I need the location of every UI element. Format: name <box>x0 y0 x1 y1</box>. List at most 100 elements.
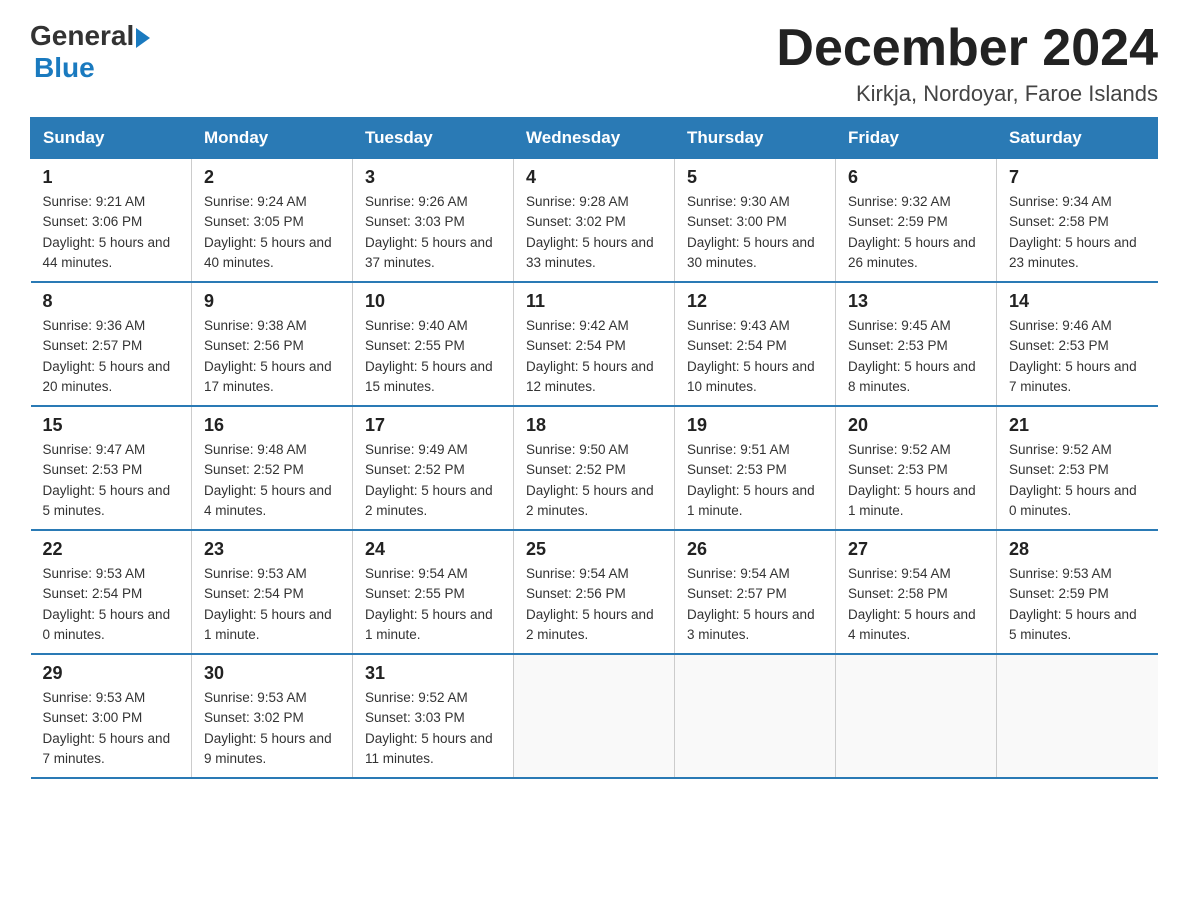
calendar-cell: 13 Sunrise: 9:45 AMSunset: 2:53 PMDayligh… <box>836 282 997 406</box>
calendar-cell: 16 Sunrise: 9:48 AMSunset: 2:52 PMDayligh… <box>192 406 353 530</box>
day-info: Sunrise: 9:28 AMSunset: 3:02 PMDaylight:… <box>526 192 662 273</box>
day-info: Sunrise: 9:45 AMSunset: 2:53 PMDaylight:… <box>848 316 984 397</box>
calendar-cell: 22Sunrise: 9:53 AMSunset: 2:54 PMDayligh… <box>31 530 192 654</box>
day-number: 11 <box>526 291 662 312</box>
day-number: 17 <box>365 415 501 436</box>
calendar-cell: 26Sunrise: 9:54 AMSunset: 2:57 PMDayligh… <box>675 530 836 654</box>
day-info: Sunrise: 9:52 AMSunset: 3:03 PMDaylight:… <box>365 688 501 769</box>
day-number: 2 <box>204 167 340 188</box>
calendar-cell: 25 Sunrise: 9:54 AMSunset: 2:56 PMDayligh… <box>514 530 675 654</box>
header-friday: Friday <box>836 118 997 159</box>
day-info: Sunrise: 9:38 AMSunset: 2:56 PMDaylight:… <box>204 316 340 397</box>
calendar-cell: 21Sunrise: 9:52 AMSunset: 2:53 PMDayligh… <box>997 406 1158 530</box>
page-header: General Blue December 2024 Kirkja, Nordo… <box>30 20 1158 107</box>
header-saturday: Saturday <box>997 118 1158 159</box>
day-info: Sunrise: 9:30 AMSunset: 3:00 PMDaylight:… <box>687 192 823 273</box>
calendar-week-2: 8Sunrise: 9:36 AMSunset: 2:57 PMDaylight… <box>31 282 1158 406</box>
day-number: 6 <box>848 167 984 188</box>
calendar-cell: 9Sunrise: 9:38 AMSunset: 2:56 PMDaylight… <box>192 282 353 406</box>
day-number: 21 <box>1009 415 1146 436</box>
calendar-cell: 28 Sunrise: 9:53 AMSunset: 2:59 PMDayligh… <box>997 530 1158 654</box>
calendar-cell <box>997 654 1158 778</box>
day-info: Sunrise: 9:53 AMSunset: 3:02 PMDaylight:… <box>204 688 340 769</box>
day-number: 16 <box>204 415 340 436</box>
calendar-cell <box>675 654 836 778</box>
day-number: 31 <box>365 663 501 684</box>
logo-general: General <box>30 20 134 52</box>
day-info: Sunrise: 9:53 AMSunset: 2:54 PMDaylight:… <box>43 564 180 645</box>
day-number: 27 <box>848 539 984 560</box>
calendar-cell: 4 Sunrise: 9:28 AMSunset: 3:02 PMDaylight… <box>514 159 675 283</box>
calendar-cell: 8Sunrise: 9:36 AMSunset: 2:57 PMDaylight… <box>31 282 192 406</box>
day-number: 12 <box>687 291 823 312</box>
calendar-cell <box>836 654 997 778</box>
calendar-cell: 29Sunrise: 9:53 AMSunset: 3:00 PMDayligh… <box>31 654 192 778</box>
day-info: Sunrise: 9:34 AMSunset: 2:58 PMDaylight:… <box>1009 192 1146 273</box>
day-info: Sunrise: 9:49 AMSunset: 2:52 PMDaylight:… <box>365 440 501 521</box>
header-sunday: Sunday <box>31 118 192 159</box>
logo: General Blue <box>30 20 150 84</box>
day-number: 15 <box>43 415 180 436</box>
calendar-cell: 27 Sunrise: 9:54 AMSunset: 2:58 PMDayligh… <box>836 530 997 654</box>
calendar-cell: 24 Sunrise: 9:54 AMSunset: 2:55 PMDayligh… <box>353 530 514 654</box>
calendar-cell: 31 Sunrise: 9:52 AMSunset: 3:03 PMDayligh… <box>353 654 514 778</box>
day-info: Sunrise: 9:46 AMSunset: 2:53 PMDaylight:… <box>1009 316 1146 397</box>
header-thursday: Thursday <box>675 118 836 159</box>
calendar-week-1: 1 Sunrise: 9:21 AMSunset: 3:06 PMDaylight… <box>31 159 1158 283</box>
calendar-cell: 11 Sunrise: 9:42 AMSunset: 2:54 PMDayligh… <box>514 282 675 406</box>
day-info: Sunrise: 9:54 AMSunset: 2:58 PMDaylight:… <box>848 564 984 645</box>
calendar-table: SundayMondayTuesdayWednesdayThursdayFrid… <box>30 117 1158 779</box>
calendar-cell: 14 Sunrise: 9:46 AMSunset: 2:53 PMDayligh… <box>997 282 1158 406</box>
title-block: December 2024 Kirkja, Nordoyar, Faroe Is… <box>776 20 1158 107</box>
calendar-cell: 23Sunrise: 9:53 AMSunset: 2:54 PMDayligh… <box>192 530 353 654</box>
day-number: 30 <box>204 663 340 684</box>
day-info: Sunrise: 9:54 AMSunset: 2:56 PMDaylight:… <box>526 564 662 645</box>
day-info: Sunrise: 9:36 AMSunset: 2:57 PMDaylight:… <box>43 316 180 397</box>
calendar-cell <box>514 654 675 778</box>
calendar-week-3: 15 Sunrise: 9:47 AMSunset: 2:53 PMDayligh… <box>31 406 1158 530</box>
day-info: Sunrise: 9:42 AMSunset: 2:54 PMDaylight:… <box>526 316 662 397</box>
day-info: Sunrise: 9:53 AMSunset: 2:54 PMDaylight:… <box>204 564 340 645</box>
day-info: Sunrise: 9:21 AMSunset: 3:06 PMDaylight:… <box>43 192 180 273</box>
day-info: Sunrise: 9:51 AMSunset: 2:53 PMDaylight:… <box>687 440 823 521</box>
calendar-cell: 2Sunrise: 9:24 AMSunset: 3:05 PMDaylight… <box>192 159 353 283</box>
day-info: Sunrise: 9:26 AMSunset: 3:03 PMDaylight:… <box>365 192 501 273</box>
day-number: 4 <box>526 167 662 188</box>
calendar-cell: 19 Sunrise: 9:51 AMSunset: 2:53 PMDayligh… <box>675 406 836 530</box>
calendar-header-row: SundayMondayTuesdayWednesdayThursdayFrid… <box>31 118 1158 159</box>
day-number: 13 <box>848 291 984 312</box>
calendar-cell: 18 Sunrise: 9:50 AMSunset: 2:52 PMDayligh… <box>514 406 675 530</box>
day-number: 19 <box>687 415 823 436</box>
day-info: Sunrise: 9:47 AMSunset: 2:53 PMDaylight:… <box>43 440 180 521</box>
day-info: Sunrise: 9:50 AMSunset: 2:52 PMDaylight:… <box>526 440 662 521</box>
calendar-week-5: 29Sunrise: 9:53 AMSunset: 3:00 PMDayligh… <box>31 654 1158 778</box>
day-number: 20 <box>848 415 984 436</box>
header-tuesday: Tuesday <box>353 118 514 159</box>
calendar-cell: 1 Sunrise: 9:21 AMSunset: 3:06 PMDaylight… <box>31 159 192 283</box>
header-monday: Monday <box>192 118 353 159</box>
day-number: 14 <box>1009 291 1146 312</box>
day-info: Sunrise: 9:32 AMSunset: 2:59 PMDaylight:… <box>848 192 984 273</box>
day-number: 25 <box>526 539 662 560</box>
calendar-cell: 5 Sunrise: 9:30 AMSunset: 3:00 PMDaylight… <box>675 159 836 283</box>
day-number: 28 <box>1009 539 1146 560</box>
day-info: Sunrise: 9:54 AMSunset: 2:55 PMDaylight:… <box>365 564 501 645</box>
calendar-cell: 12 Sunrise: 9:43 AMSunset: 2:54 PMDayligh… <box>675 282 836 406</box>
day-number: 29 <box>43 663 180 684</box>
day-number: 7 <box>1009 167 1146 188</box>
day-info: Sunrise: 9:54 AMSunset: 2:57 PMDaylight:… <box>687 564 823 645</box>
calendar-cell: 20Sunrise: 9:52 AMSunset: 2:53 PMDayligh… <box>836 406 997 530</box>
day-number: 1 <box>43 167 180 188</box>
day-info: Sunrise: 9:53 AMSunset: 2:59 PMDaylight:… <box>1009 564 1146 645</box>
day-info: Sunrise: 9:43 AMSunset: 2:54 PMDaylight:… <box>687 316 823 397</box>
month-title: December 2024 <box>776 20 1158 77</box>
calendar-cell: 3Sunrise: 9:26 AMSunset: 3:03 PMDaylight… <box>353 159 514 283</box>
day-number: 18 <box>526 415 662 436</box>
day-number: 5 <box>687 167 823 188</box>
logo-arrow-icon <box>136 28 150 48</box>
day-info: Sunrise: 9:48 AMSunset: 2:52 PMDaylight:… <box>204 440 340 521</box>
day-number: 24 <box>365 539 501 560</box>
logo-blue: Blue <box>34 52 95 83</box>
calendar-cell: 15 Sunrise: 9:47 AMSunset: 2:53 PMDayligh… <box>31 406 192 530</box>
calendar-cell: 7 Sunrise: 9:34 AMSunset: 2:58 PMDaylight… <box>997 159 1158 283</box>
